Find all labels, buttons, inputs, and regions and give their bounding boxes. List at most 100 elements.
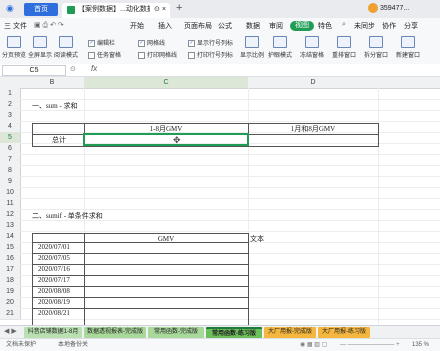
date-cell[interactable]: 2020/07/01 [38, 242, 70, 253]
zoom-slider[interactable]: — ─────────── + [340, 339, 400, 351]
header-jan-aug-gmv[interactable]: 1月和8月GMV [248, 123, 378, 135]
table-row-divider [32, 308, 248, 309]
sheet-tab[interactable]: 大厂用报-练习版 [318, 327, 370, 338]
checkbox-gridlines[interactable]: ✓ 网格线 [138, 38, 165, 47]
share-button[interactable]: 分享 [404, 21, 418, 31]
date-cell[interactable]: 2020/07/16 [38, 264, 70, 275]
checkbox-task-pane[interactable]: 任务窗格 [88, 50, 121, 59]
table-row-divider [32, 286, 248, 287]
grid-line [20, 154, 440, 155]
grid-line [20, 176, 440, 177]
menu-bar: 三 文件 ▣ ⎙ ↶ ↷ 开始 插入 页面布局 公式 数据 审阅 视图 特色 ⌕… [0, 18, 440, 34]
eye-mode-button[interactable]: 护眼模式 [268, 36, 292, 59]
menu-item-data[interactable]: 数据 [246, 21, 260, 31]
checkbox-print-headings[interactable]: 打印行号列标 [188, 50, 233, 59]
status-bar: 文档未保护 本地备份关 ◉ ▦ ▥ ▢ — ─────────── + 135 … [0, 338, 440, 351]
cursor-icon: ✥ [173, 135, 181, 145]
app-logo-icon: ◉ [6, 3, 14, 13]
text-header[interactable]: 文本 [250, 233, 264, 245]
name-box[interactable]: C5 [2, 65, 66, 76]
menu-file[interactable]: 三 文件 [4, 21, 27, 31]
grid-line [20, 187, 440, 188]
column-header-d[interactable]: D [248, 77, 379, 89]
table-row-divider [32, 275, 248, 276]
table-row-divider [32, 253, 248, 254]
protect-status[interactable]: 文档未保护 [6, 339, 36, 351]
table-divider [84, 233, 85, 325]
date-cell[interactable]: 2020/07/17 [38, 275, 70, 286]
sheet-tab[interactable]: 数据透视报表-完成版 [84, 327, 146, 338]
zoom-level[interactable]: 135 % [412, 339, 429, 351]
zoom-lens-icon[interactable]: ⊙ [70, 65, 76, 73]
eye-icon [273, 36, 287, 48]
grid-line [20, 110, 440, 111]
date-cell[interactable]: 2020/08/21 [38, 308, 70, 319]
formula-input[interactable] [104, 65, 434, 74]
tab-document-title: 【案例数据】...动化数据报表 [78, 6, 150, 13]
page-break-preview-button[interactable]: 分页预览 [2, 36, 26, 59]
spreadsheet-grid[interactable]: B C D 1 2 3 4 5 6 7 8 9 10 11 12 13 14 15 16 17 18 19 20 21 … [0, 77, 440, 325]
sheet-tab[interactable]: 大厂用报-完成版 [264, 327, 316, 338]
grid-line [20, 99, 440, 100]
total-label[interactable]: 总计 [34, 134, 84, 146]
menu-item-insert[interactable]: 插入 [158, 21, 172, 31]
tab-document[interactable]: 【案例数据】...动化数据报表 ⊙ × [62, 3, 170, 18]
date-cell[interactable]: 2020/08/08 [38, 286, 70, 297]
menu-item-review[interactable]: 审阅 [269, 21, 283, 31]
checkbox-headings[interactable]: ✓ 显示行号列标 [188, 38, 233, 47]
checkbox-print-gridlines[interactable]: 打印网格线 [138, 50, 177, 59]
pin-icon[interactable]: ⊙ [154, 3, 160, 17]
grid-line [20, 121, 440, 122]
sheet-tab[interactable]: 常用函数-完成版 [148, 327, 204, 338]
collab-button[interactable]: 协作 [382, 21, 396, 31]
column-header-c[interactable]: C [84, 77, 249, 89]
column-header-b[interactable]: B [20, 77, 85, 89]
checkbox-formula-bar[interactable]: ✓ 编辑栏 [88, 38, 115, 47]
tab-home[interactable]: 首页 [24, 3, 58, 16]
date-cell[interactable]: 2020/07/05 [38, 253, 70, 264]
title-bar: ◉ 首页 【案例数据】...动化数据报表 ⊙ × + 359477... [0, 0, 440, 19]
menu-item-view[interactable]: 视图 [290, 21, 314, 31]
reading-mode-icon [59, 36, 73, 48]
menu-item-formula[interactable]: 公式 [218, 21, 232, 31]
new-tab-button[interactable]: + [176, 2, 182, 14]
sheet-tab[interactable]: 抖音店铺数据1-8月 [24, 327, 82, 338]
split-window-button[interactable]: 拆分窗口 [364, 36, 388, 59]
section1-title: 一、sum - 求和 [32, 102, 78, 110]
sheet-tab-bar: ◀ ▶ 抖音店铺数据1-8月 数据透视报表-完成版 常用函数-完成版 常用函数-练习版… [0, 325, 440, 340]
user-account[interactable]: 359477... [368, 3, 409, 15]
quick-access-icons[interactable]: ▣ ⎙ ↶ ↷ [34, 21, 64, 30]
ribbon-toolbar: 分页预览 全屏显示 阅读模式 ✓ 编辑栏 ✓ 网格线 ✓ 显示行号列标 任务窗格 打印… [0, 34, 440, 65]
user-name: 359477... [380, 5, 410, 12]
sync-status[interactable]: 未同步 [354, 21, 375, 31]
column-header-e[interactable] [378, 77, 440, 89]
menu-item-special[interactable]: 特色 [318, 21, 332, 31]
arrange-windows-button[interactable]: 重排窗口 [332, 36, 356, 59]
active-cell-c5[interactable] [83, 133, 249, 146]
freeze-icon [305, 36, 319, 48]
search-icon[interactable]: ⌕ [342, 21, 346, 29]
freeze-panes-button[interactable]: 冻结窗格 [300, 36, 324, 59]
menu-item-start[interactable]: 开始 [130, 21, 144, 31]
arrange-icon [337, 36, 351, 48]
fullscreen-button[interactable]: 全屏显示 [28, 36, 52, 59]
table-row-divider [32, 264, 248, 265]
reading-mode-button[interactable]: 阅读模式 [54, 36, 78, 59]
section2-title: 二、sumif - 单条件求和 [32, 212, 103, 220]
sheet-nav-icons[interactable]: ◀ ▶ [4, 327, 17, 335]
close-tab-icon[interactable]: × [162, 3, 166, 17]
page-break-icon [7, 36, 21, 48]
gmv-header[interactable]: GMV [84, 233, 248, 245]
fx-icon[interactable]: fx [91, 64, 97, 73]
date-cell[interactable]: 2020/08/19 [38, 297, 70, 308]
menu-item-layout[interactable]: 页面布局 [184, 21, 212, 31]
zoom-icon [245, 36, 259, 48]
view-mode-icons[interactable]: ◉ ▦ ▥ ▢ [300, 339, 327, 351]
zoom-ratio-button[interactable]: 显示比例 [240, 36, 264, 59]
fullscreen-icon [33, 36, 47, 48]
spreadsheet-icon [67, 6, 75, 14]
table-row-divider [32, 297, 248, 298]
row-header[interactable]: 21 [0, 308, 21, 320]
new-window-button[interactable]: 新建窗口 [396, 36, 420, 59]
backup-status[interactable]: 本地备份关 [58, 339, 88, 351]
